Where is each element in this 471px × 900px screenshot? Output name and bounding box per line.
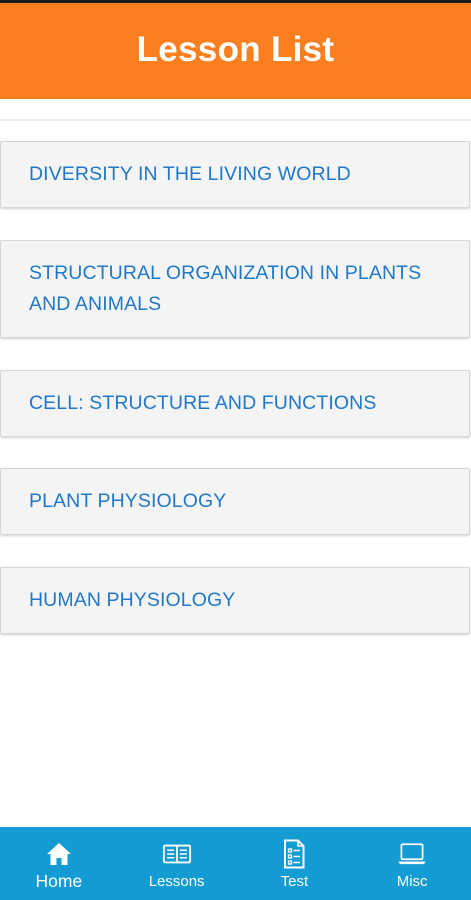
laptop-icon — [397, 839, 427, 869]
nav-lessons-label: Lessons — [148, 873, 205, 890]
checklist-icon — [279, 839, 309, 869]
lesson-item-cell[interactable]: CELL: STRUCTURE AND FUNCTIONS — [0, 370, 470, 437]
page-title: Lesson List — [136, 30, 335, 69]
lesson-item-human-physiology[interactable]: HUMAN PHYSIOLOGY — [0, 567, 470, 634]
bottom-navigation: Home Lessons Test Misc — [0, 827, 471, 900]
home-icon — [44, 839, 74, 869]
nav-test[interactable]: Test — [236, 827, 354, 900]
lesson-label: CELL: STRUCTURE AND FUNCTIONS — [29, 392, 377, 414]
nav-test-label: Test — [280, 873, 309, 890]
lesson-label: HUMAN PHYSIOLOGY — [29, 589, 236, 611]
nav-misc[interactable]: Misc — [353, 827, 471, 900]
lesson-item-plant-physiology[interactable]: PLANT PHYSIOLOGY — [0, 468, 470, 535]
app-screen: Lesson List DIVERSITY IN THE LIVING WORL… — [0, 0, 471, 900]
header-divider — [0, 119, 471, 121]
lesson-item-structural-organization[interactable]: STRUCTURAL ORGANIZATION IN PLANTS AND AN… — [0, 240, 470, 338]
book-icon — [162, 839, 192, 869]
nav-home-label: Home — [35, 871, 83, 891]
lesson-item-diversity[interactable]: DIVERSITY IN THE LIVING WORLD — [0, 141, 470, 208]
app-header: Lesson List — [0, 3, 471, 99]
lesson-label: PLANT PHYSIOLOGY — [29, 490, 227, 512]
nav-misc-label: Misc — [396, 873, 428, 890]
nav-lessons[interactable]: Lessons — [118, 827, 236, 900]
lesson-label: STRUCTURAL ORGANIZATION IN PLANTS AND AN… — [29, 262, 422, 315]
lesson-label: DIVERSITY IN THE LIVING WORLD — [29, 163, 351, 185]
nav-home[interactable]: Home — [0, 827, 118, 900]
